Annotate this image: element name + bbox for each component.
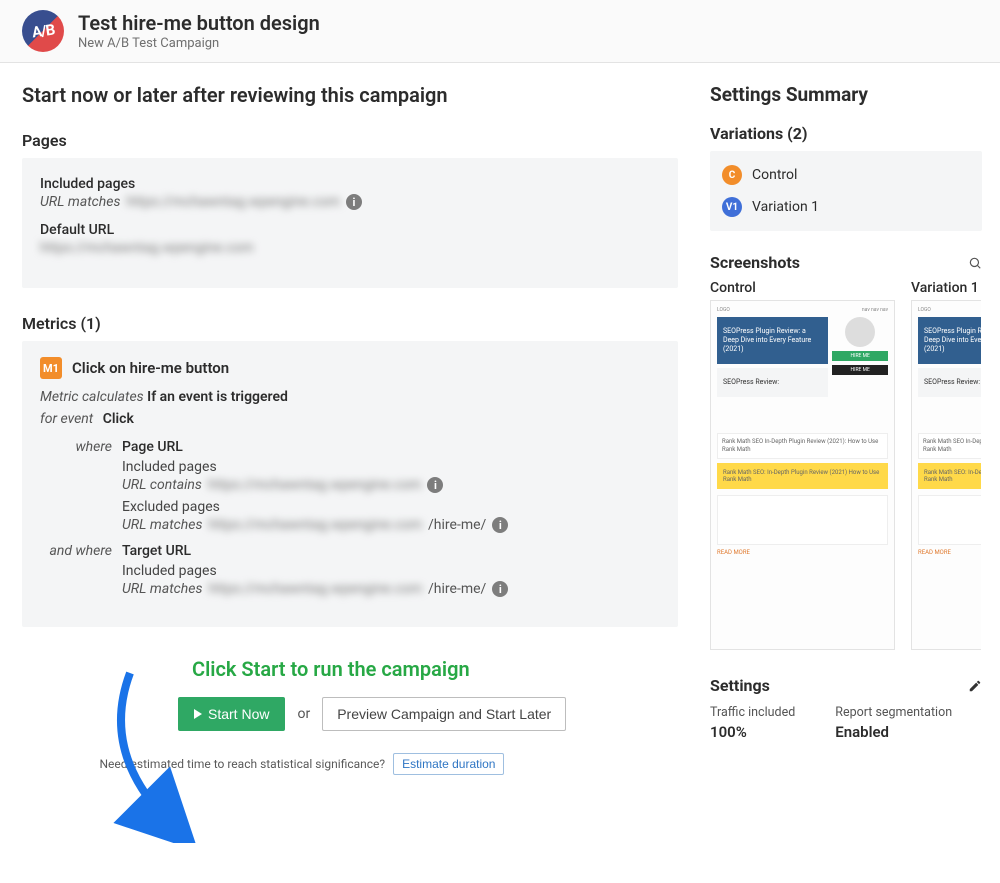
url-matches-suffix: /hire-me/ xyxy=(428,517,486,533)
url-matches-value: https://mchawntag.wpengine.com xyxy=(126,194,340,210)
review-heading: Start now or later after reviewing this … xyxy=(22,83,678,107)
metrics-panel: M1 Click on hire-me button Metric calcul… xyxy=(22,341,678,627)
preview-later-button[interactable]: Preview Campaign and Start Later xyxy=(322,697,566,731)
info-icon[interactable]: i xyxy=(492,581,508,597)
settings-grid: Traffic included 100% Report segmentatio… xyxy=(710,705,982,741)
where-page-url: Page URL xyxy=(122,439,660,455)
metric-calculates-value: If an event is triggered xyxy=(147,389,288,405)
screenshot-thumbnail: LOGOnav nav nav SEOPress Plugin Review: … xyxy=(911,300,981,650)
estimate-question: Need estimated time to reach statistical… xyxy=(100,757,386,771)
for-event-label: for event xyxy=(40,411,93,427)
metrics-section-label: Metrics (1) xyxy=(22,314,678,333)
variations-panel: C Control V1 Variation 1 xyxy=(710,151,982,231)
default-url-value: https://mchawntag.wpengine.com xyxy=(40,240,254,256)
variation-label: Variation 1 xyxy=(752,199,819,215)
traffic-value: 100% xyxy=(710,723,795,741)
url-contains-label: URL contains xyxy=(122,477,202,493)
settings-label: Settings xyxy=(710,676,770,695)
where-included-pages: Included pages xyxy=(122,459,660,475)
variation-badge-control: C xyxy=(722,165,742,185)
campaign-subtitle: New A/B Test Campaign xyxy=(78,36,320,51)
variation-row-v1[interactable]: V1 Variation 1 xyxy=(722,191,970,223)
traffic-key: Traffic included xyxy=(710,705,795,721)
variation-label: Control xyxy=(752,167,797,183)
info-icon[interactable]: i xyxy=(346,194,362,210)
variations-label: Variations (2) xyxy=(710,124,982,143)
info-icon[interactable]: i xyxy=(492,517,508,533)
metric-badge: M1 xyxy=(40,357,62,379)
url-matches-suffix: /hire-me/ xyxy=(428,581,486,597)
segmentation-value: Enabled xyxy=(835,723,952,741)
url-matches-label: URL matches xyxy=(40,194,120,210)
and-where-target-url: Target URL xyxy=(122,543,660,559)
url-matches-value: https://mchawntag.wpengine.com xyxy=(208,581,422,597)
start-callout: Click Start to run the campaign xyxy=(192,657,678,681)
where-excluded-pages: Excluded pages xyxy=(122,499,660,515)
url-matches-label: URL matches xyxy=(122,581,202,597)
pages-panel: Included pages URL matches https://mchaw… xyxy=(22,158,678,288)
screenshot-thumbnail: LOGOnav nav nav SEOPress Plugin Review: … xyxy=(710,300,895,650)
screenshot-control[interactable]: Control LOGOnav nav nav SEOPress Plugin … xyxy=(710,280,895,650)
main-column: Start now or later after reviewing this … xyxy=(0,63,700,815)
screenshot-variation-1[interactable]: Variation 1 LOGOnav nav nav SEOPress Plu… xyxy=(911,280,981,650)
page-header: A/B Test hire-me button design New A/B T… xyxy=(0,0,1000,63)
variation-badge-v1: V1 xyxy=(722,197,742,217)
for-event-value: Click xyxy=(103,411,134,427)
url-matches-label: URL matches xyxy=(122,517,202,533)
default-url-label: Default URL xyxy=(40,222,660,238)
and-where-included-pages: Included pages xyxy=(122,563,660,579)
estimate-duration-button[interactable]: Estimate duration xyxy=(393,753,504,775)
info-icon[interactable]: i xyxy=(427,477,443,493)
start-now-button[interactable]: Start Now xyxy=(178,697,285,731)
pages-section-label: Pages xyxy=(22,131,678,150)
url-contains-value: https://mchawntag.wpengine.com xyxy=(208,477,422,493)
app-logo: A/B xyxy=(22,10,64,52)
included-pages-label: Included pages xyxy=(40,176,660,192)
where-label: where xyxy=(40,439,122,539)
edit-icon[interactable] xyxy=(968,679,982,693)
or-text: or xyxy=(297,706,310,722)
variation-row-control[interactable]: C Control xyxy=(722,159,970,191)
sidebar-heading: Settings Summary xyxy=(710,83,982,106)
and-where-label: and where xyxy=(40,543,122,603)
metric-title: Click on hire-me button xyxy=(72,359,229,377)
screenshots-row: Control LOGOnav nav nav SEOPress Plugin … xyxy=(710,280,982,650)
screenshots-label: Screenshots xyxy=(710,253,800,272)
campaign-title: Test hire-me button design xyxy=(78,11,320,35)
search-icon[interactable] xyxy=(968,256,982,270)
segmentation-key: Report segmentation xyxy=(835,705,952,721)
play-icon xyxy=(194,709,202,719)
settings-summary-sidebar: Settings Summary Variations (2) C Contro… xyxy=(700,63,1000,815)
metric-calculates-label: Metric calculates xyxy=(40,389,144,405)
url-matches-value: https://mchawntag.wpengine.com xyxy=(208,517,422,533)
